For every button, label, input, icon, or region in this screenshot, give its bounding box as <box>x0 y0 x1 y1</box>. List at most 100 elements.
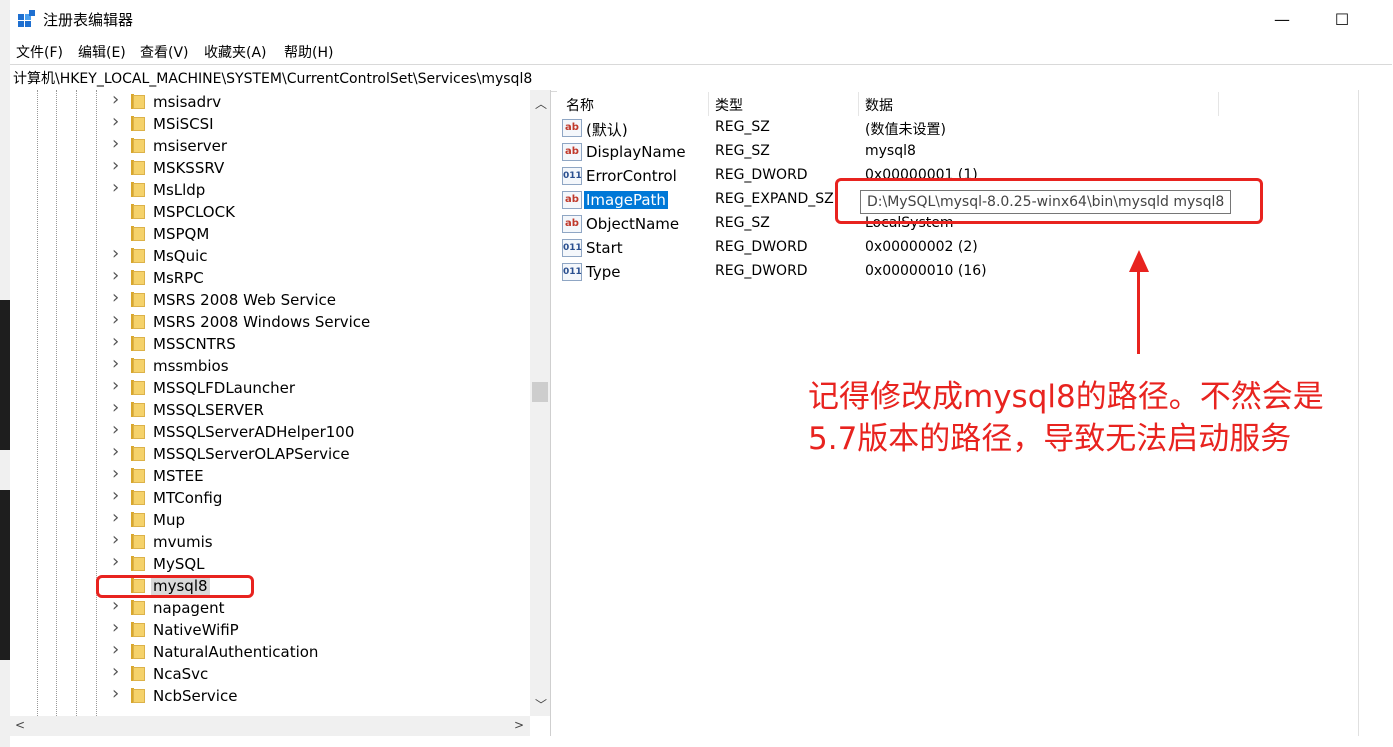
tree-item[interactable]: › MSSQLServerOLAPService <box>10 441 530 465</box>
value-type: REG_DWORD <box>715 239 808 255</box>
scroll-down-arrow-icon[interactable]: ﹀ <box>535 696 547 713</box>
menu-view[interactable]: 查看(V) <box>140 42 189 62</box>
tree-item[interactable]: › MSiSCSI <box>10 111 530 135</box>
value-row[interactable]: 011 Start REG_DWORD 0x00000002 (2) <box>562 237 1262 261</box>
value-data: 0x00000002 (2) <box>865 239 978 255</box>
tree-item[interactable]: MSPQM <box>10 223 530 245</box>
column-separator[interactable] <box>708 92 709 116</box>
tree-item[interactable]: mysql8 <box>10 575 530 597</box>
tree-item[interactable]: › MSRS 2008 Windows Service <box>10 309 530 333</box>
tree-item-label: MSRS 2008 Windows Service <box>153 313 371 331</box>
expand-chevron-icon[interactable]: › <box>112 89 119 110</box>
minimize-button[interactable]: — <box>1259 0 1305 38</box>
tree-item[interactable]: › MSSQLSERVER <box>10 397 530 421</box>
tree-item-label: MsQuic <box>153 247 208 265</box>
menu-help[interactable]: 帮助(H) <box>284 42 333 62</box>
window-title: 注册表编辑器 <box>43 11 134 29</box>
expand-chevron-icon[interactable]: › <box>112 309 119 330</box>
folder-icon <box>131 380 145 395</box>
key-tree-pane: › msisadrv › MSiSCSI › msiserver › MSKSSRV › MsLl… <box>10 89 551 736</box>
tree-item[interactable]: › MsLldp <box>10 177 530 201</box>
expand-chevron-icon[interactable]: › <box>112 353 119 374</box>
value-row[interactable]: ab DisplayName REG_SZ mysql8 <box>562 141 1262 165</box>
expand-chevron-icon[interactable]: › <box>112 639 119 660</box>
expand-chevron-icon[interactable]: › <box>112 419 119 440</box>
expand-chevron-icon[interactable]: › <box>112 485 119 506</box>
tree-item[interactable]: › MSKSSRV <box>10 155 530 179</box>
maximize-button[interactable]: ☐ <box>1319 0 1365 38</box>
tree-item[interactable]: › MSRS 2008 Web Service <box>10 287 530 311</box>
expand-chevron-icon[interactable]: › <box>112 507 119 528</box>
expand-chevron-icon[interactable]: › <box>112 375 119 396</box>
tree-scroll-thumb[interactable] <box>532 382 548 402</box>
column-header-name[interactable]: 名称 <box>566 95 594 115</box>
expand-chevron-icon[interactable]: › <box>112 683 119 704</box>
tree-item[interactable]: › mvumis <box>10 529 530 553</box>
value-type: REG_EXPAND_SZ <box>715 191 834 207</box>
folder-icon <box>131 138 145 153</box>
scroll-right-arrow-icon[interactable]: > <box>514 718 524 732</box>
column-separator[interactable] <box>1218 92 1219 116</box>
tree-item[interactable]: › msiserver <box>10 133 530 157</box>
expand-chevron-icon[interactable]: › <box>112 177 119 198</box>
menu-file[interactable]: 文件(F) <box>16 42 63 62</box>
column-separator[interactable] <box>858 92 859 116</box>
folder-icon <box>131 446 145 461</box>
tree-item[interactable]: › napagent <box>10 595 530 619</box>
tree-item[interactable]: › MSSQLServerADHelper100 <box>10 419 530 443</box>
tree-item[interactable]: › Mup <box>10 507 530 531</box>
tree-vertical-scrollbar[interactable] <box>530 90 550 716</box>
binary-value-icon: 011 <box>562 263 582 281</box>
tree-horizontal-scrollbar[interactable] <box>10 716 530 736</box>
scroll-up-arrow-icon[interactable]: ︿ <box>535 95 547 112</box>
tree-item[interactable]: › MTConfig <box>10 485 530 509</box>
tree-item[interactable]: MSPCLOCK <box>10 201 530 223</box>
expand-chevron-icon[interactable]: › <box>112 529 119 550</box>
tree-item-label: MSSQLSERVER <box>153 401 264 419</box>
expand-chevron-icon[interactable]: › <box>112 133 119 154</box>
expand-chevron-icon[interactable]: › <box>112 265 119 286</box>
tree-item[interactable]: › NcbService <box>10 683 530 707</box>
value-row[interactable]: ab (默认) REG_SZ (数值未设置) <box>562 117 1262 141</box>
folder-icon <box>131 644 145 659</box>
tree-item[interactable]: › MSSCNTRS <box>10 331 530 355</box>
expand-chevron-icon[interactable]: › <box>112 463 119 484</box>
menu-edit[interactable]: 编辑(E) <box>78 42 126 62</box>
expand-chevron-icon[interactable]: › <box>112 617 119 638</box>
folder-icon <box>131 622 145 637</box>
value-row[interactable]: 011 Type REG_DWORD 0x00000010 (16) <box>562 261 1262 285</box>
tree-item[interactable]: › NativeWifiP <box>10 617 530 641</box>
column-header-data[interactable]: 数据 <box>865 95 893 115</box>
expand-chevron-icon[interactable]: › <box>112 661 119 682</box>
tree-item-label: MSTEE <box>153 467 204 485</box>
value-data: mysql8 <box>865 143 916 159</box>
column-header-type[interactable]: 类型 <box>715 95 743 115</box>
tree-item[interactable]: › MySQL <box>10 551 530 575</box>
tree-item[interactable]: › MSTEE <box>10 463 530 487</box>
expand-chevron-icon[interactable]: › <box>112 331 119 352</box>
folder-icon <box>131 270 145 285</box>
tree-item[interactable]: › MSSQLFDLauncher <box>10 375 530 399</box>
scroll-left-arrow-icon[interactable]: < <box>15 718 25 732</box>
tree-item[interactable]: › NaturalAuthentication <box>10 639 530 663</box>
expand-chevron-icon[interactable]: › <box>112 287 119 308</box>
tree-item-label: msisadrv <box>153 93 222 111</box>
expand-chevron-icon[interactable]: › <box>112 155 119 176</box>
expand-chevron-icon[interactable]: › <box>112 243 119 264</box>
menu-favorites[interactable]: 收藏夹(A) <box>204 42 267 62</box>
expand-chevron-icon[interactable]: › <box>112 441 119 462</box>
expand-chevron-icon[interactable]: › <box>112 595 119 616</box>
tree-item[interactable]: › MsQuic <box>10 243 530 267</box>
expand-chevron-icon[interactable]: › <box>112 111 119 132</box>
tree-item[interactable]: › MsRPC <box>10 265 530 289</box>
address-path[interactable]: 计算机\HKEY_LOCAL_MACHINE\SYSTEM\CurrentCon… <box>13 68 532 88</box>
folder-icon <box>131 358 145 373</box>
expand-chevron-icon[interactable]: › <box>112 551 119 572</box>
tree-item-label: mvumis <box>153 533 213 551</box>
tree-item-label: MSSQLServerOLAPService <box>153 445 350 463</box>
folder-icon <box>131 292 145 307</box>
tree-item[interactable]: › mssmbios <box>10 353 530 377</box>
tree-item[interactable]: › msisadrv <box>10 89 530 113</box>
tree-item[interactable]: › NcaSvc <box>10 661 530 685</box>
expand-chevron-icon[interactable]: › <box>112 397 119 418</box>
